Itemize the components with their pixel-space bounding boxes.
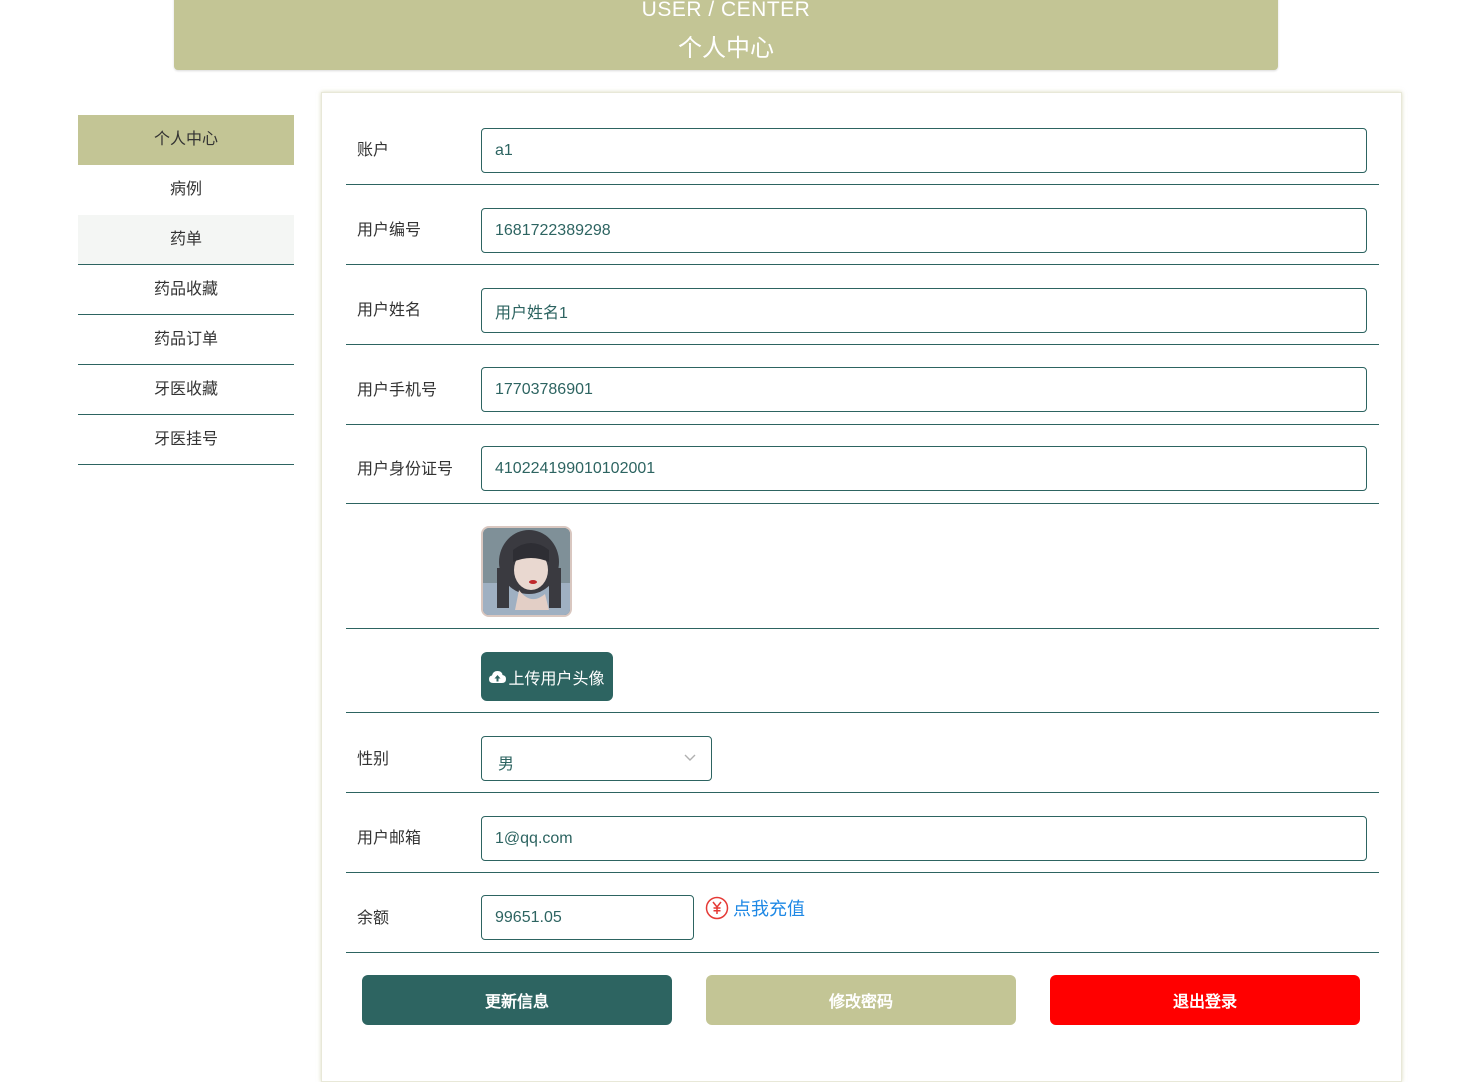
form-row-gender: 性别 男 xyxy=(346,713,1379,793)
user-avatar-image xyxy=(481,526,572,617)
id-card-input[interactable] xyxy=(481,446,1367,491)
gender-label: 性别 xyxy=(357,751,390,768)
user-id-input[interactable] xyxy=(481,208,1367,253)
form-row-account: 账户 xyxy=(346,105,1379,185)
user-id-label: 用户编号 xyxy=(357,222,422,239)
account-label: 账户 xyxy=(357,142,390,159)
avatar-portrait-icon xyxy=(483,528,570,615)
chevron-down-icon xyxy=(684,754,696,761)
form-row-user-name: 用户姓名 xyxy=(346,265,1379,345)
user-name-input[interactable] xyxy=(481,288,1367,333)
email-input[interactable] xyxy=(481,816,1367,861)
sidebar-item-dentist-favorites[interactable]: 牙医收藏 xyxy=(78,365,294,415)
id-card-label: 用户身份证号 xyxy=(357,461,454,478)
form-row-email: 用户邮箱 xyxy=(346,793,1379,873)
header-title-zh: 个人中心 xyxy=(678,35,774,62)
gender-select[interactable]: 男 xyxy=(481,736,712,781)
form-row-user-id: 用户编号 xyxy=(346,185,1379,265)
sidebar-item-prescriptions[interactable]: 药单 xyxy=(78,215,294,265)
update-info-button[interactable]: 更新信息 xyxy=(362,975,672,1025)
form-row-balance: 余额 点我充值 xyxy=(346,873,1379,953)
sidebar-item-user-center[interactable]: 个人中心 xyxy=(78,115,294,165)
cloud-upload-icon xyxy=(489,670,507,683)
recharge-link[interactable]: 点我充值 xyxy=(705,895,805,921)
sidebar-item-dentist-registration[interactable]: 牙医挂号 xyxy=(78,415,294,465)
phone-input[interactable] xyxy=(481,367,1367,412)
balance-input[interactable] xyxy=(481,895,694,940)
form-row-avatar xyxy=(346,504,1379,629)
header-title-en: USER / CENTER xyxy=(641,0,811,21)
account-input[interactable] xyxy=(481,128,1367,173)
phone-label: 用户手机号 xyxy=(357,382,438,399)
yuan-circle-icon xyxy=(705,896,729,920)
logout-button[interactable]: 退出登录 xyxy=(1050,975,1360,1025)
upload-avatar-button[interactable]: 上传用户头像 xyxy=(481,652,613,701)
change-password-button[interactable]: 修改密码 xyxy=(706,975,1016,1025)
form-row-phone: 用户手机号 xyxy=(346,345,1379,425)
form-row-upload: 上传用户头像 xyxy=(346,629,1379,713)
sidebar-menu: 个人中心 病例 药单 药品收藏 药品订单 牙医收藏 牙医挂号 xyxy=(78,115,294,465)
sidebar-item-medicine-orders[interactable]: 药品订单 xyxy=(78,315,294,365)
user-name-label: 用户姓名 xyxy=(357,302,422,319)
profile-form-panel: 账户 用户编号 用户姓名 用户手机号 用户身份证号 xyxy=(321,92,1402,1082)
form-row-id-card: 用户身份证号 xyxy=(346,425,1379,504)
upload-avatar-label: 上传用户头像 xyxy=(508,670,605,688)
email-label: 用户邮箱 xyxy=(357,830,422,847)
gender-selected-value: 男 xyxy=(498,756,515,773)
sidebar-item-medicine-favorites[interactable]: 药品收藏 xyxy=(78,265,294,315)
page-header-banner: USER / CENTER 个人中心 xyxy=(174,0,1278,70)
recharge-label: 点我充值 xyxy=(733,899,805,919)
balance-label: 余额 xyxy=(357,910,390,927)
sidebar-item-cases[interactable]: 病例 xyxy=(78,165,294,215)
